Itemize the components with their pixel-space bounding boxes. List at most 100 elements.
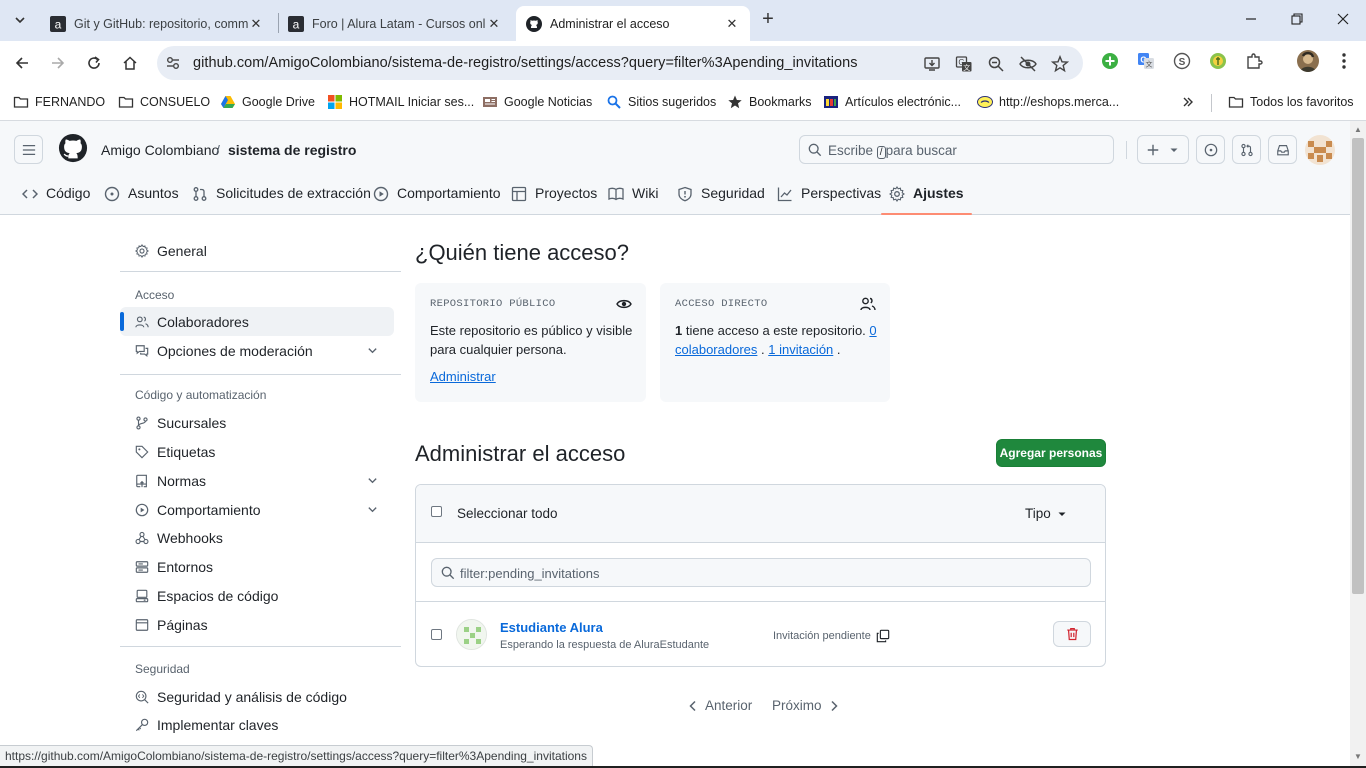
search-input[interactable]: Escribe / para buscar	[799, 135, 1114, 164]
sidebar-item-branches[interactable]: Sucursales	[120, 408, 394, 437]
zoom-button[interactable]	[986, 54, 1006, 74]
sidebar-item-pages[interactable]: Páginas	[120, 610, 394, 639]
menu-button[interactable]	[14, 135, 43, 164]
chevron-left-icon	[689, 700, 696, 711]
user-avatar[interactable]	[1305, 135, 1335, 165]
close-icon[interactable]: ✕	[486, 16, 502, 32]
tab-settings[interactable]: Ajustes	[881, 178, 972, 215]
tab-wiki[interactable]: Wiki	[608, 178, 658, 214]
sidebar-item-rules[interactable]: Normas	[120, 466, 394, 495]
bookmark-link[interactable]: Google Noticias	[482, 93, 592, 111]
back-button[interactable]	[10, 51, 34, 75]
tab-issues[interactable]: Asuntos	[104, 178, 179, 214]
next-page-link[interactable]: Próximo	[772, 698, 839, 713]
manage-visibility-link[interactable]: Administrar	[430, 369, 496, 384]
type-filter-dropdown[interactable]: Tipo	[1025, 506, 1067, 521]
bookmark-link[interactable]: Artículos electrónic...	[823, 93, 961, 111]
sidebar-item-security-analysis[interactable]: Seguridad y análisis de código	[120, 682, 394, 711]
close-window-button[interactable]	[1332, 8, 1354, 30]
invitation-link[interactable]: 1 invitación	[768, 342, 833, 357]
reload-button[interactable]	[82, 51, 106, 75]
tab-search-button[interactable]	[8, 8, 32, 32]
issues-button[interactable]	[1196, 135, 1225, 164]
translate-button[interactable]: G文	[954, 54, 974, 74]
extension-button[interactable]	[1208, 51, 1228, 71]
scroll-thumb[interactable]	[1352, 138, 1364, 594]
tracking-protection-button[interactable]	[1018, 54, 1038, 74]
table-row: Estudiante Alura Esperando la respuesta …	[416, 602, 1105, 666]
play-icon	[373, 186, 389, 202]
access-text: tiene acceso a este repositorio.	[682, 323, 870, 338]
forward-button[interactable]	[46, 51, 70, 75]
tab-pull-requests[interactable]: Solicitudes de extracción	[192, 178, 371, 214]
extension-button[interactable]: S	[1172, 51, 1192, 71]
remove-member-button[interactable]	[1053, 621, 1091, 647]
sidebar-item-actions[interactable]: Comportamiento	[120, 495, 394, 524]
prev-page-link[interactable]: Anterior	[688, 698, 752, 713]
tab-actions[interactable]: Comportamiento	[373, 178, 501, 214]
extension-button[interactable]	[1100, 51, 1120, 71]
member-name-link[interactable]: Estudiante Alura	[500, 620, 603, 635]
more-bookmarks-button[interactable]	[1181, 93, 1195, 111]
close-icon[interactable]: ✕	[724, 16, 740, 32]
browser-menu-button[interactable]	[1334, 51, 1354, 71]
pull-requests-button[interactable]	[1232, 135, 1261, 164]
github-logo-icon[interactable]	[58, 133, 88, 163]
bookmark-folder[interactable]: FERNANDO	[13, 93, 105, 111]
collaborators-count-link[interactable]: 0	[869, 323, 876, 338]
close-icon[interactable]: ✕	[248, 16, 264, 32]
filter-input-box[interactable]	[431, 558, 1091, 587]
scroll-down-arrow[interactable]: ▼	[1353, 752, 1363, 762]
folder-icon	[13, 96, 29, 108]
sidebar-item-general[interactable]: General	[120, 236, 394, 265]
browser-tab-2[interactable]: a Foro | Alura Latam - Cursos onli ✕	[278, 6, 512, 41]
browser-tab-1[interactable]: a Git y GitHub: repositorio, comm ✕	[40, 6, 274, 41]
bookmark-star-button[interactable]	[1050, 54, 1070, 74]
select-all-checkbox[interactable]	[431, 506, 442, 517]
sidebar-item-environments[interactable]: Entornos	[120, 552, 394, 581]
new-tab-button[interactable]: +	[757, 9, 779, 31]
pull-request-icon	[1240, 143, 1253, 156]
bookmark-link[interactable]: http://eshops.merca...	[977, 93, 1119, 111]
browser-tab-3[interactable]: Administrar el acceso ✕	[516, 6, 750, 41]
tab-code[interactable]: Código	[22, 178, 90, 214]
install-icon	[924, 57, 940, 71]
address-bar[interactable]: github.com/AmigoColombiano/sistema-de-re…	[157, 46, 1083, 80]
create-new-button[interactable]	[1137, 135, 1189, 164]
add-people-button[interactable]: Agregar personas	[996, 439, 1106, 467]
sidebar-item-moderation[interactable]: Opciones de moderación	[120, 336, 394, 365]
tab-insights[interactable]: Perspectivas	[777, 178, 881, 214]
sidebar-item-webhooks[interactable]: Webhooks	[120, 523, 394, 552]
sidebar-item-codespaces[interactable]: Espacios de código	[120, 581, 394, 610]
tab-security[interactable]: Seguridad	[677, 178, 765, 214]
member-checkbox[interactable]	[431, 629, 442, 640]
home-button[interactable]	[118, 51, 142, 75]
scroll-up-arrow[interactable]: ▲	[1353, 125, 1363, 135]
filter-input[interactable]	[460, 564, 1060, 582]
sidebar-item-tags[interactable]: Etiquetas	[120, 437, 394, 466]
svg-text:a: a	[293, 17, 300, 31]
install-app-button[interactable]	[922, 54, 942, 74]
sidebar-item-label: Etiquetas	[157, 443, 216, 460]
copy-icon[interactable]	[876, 629, 890, 643]
sidebar-item-collaborators[interactable]: Colaboradores	[120, 307, 394, 336]
all-bookmarks-button[interactable]: Todos los favoritos	[1228, 93, 1354, 111]
owner-link[interactable]: Amigo Colombiano	[101, 142, 219, 158]
bookmark-link[interactable]: HOTMAIL Iniciar ses...	[327, 93, 474, 111]
restore-button[interactable]	[1286, 8, 1308, 30]
bookmark-link[interactable]: Google Drive	[220, 93, 315, 111]
inbox-button[interactable]	[1268, 135, 1297, 164]
bookmark-link[interactable]: Bookmarks	[727, 93, 812, 111]
svg-text:a: a	[55, 17, 62, 31]
tab-projects[interactable]: Proyectos	[511, 178, 597, 214]
profile-avatar[interactable]	[1297, 50, 1319, 72]
bookmark-link[interactable]: Sitios sugeridos	[606, 93, 716, 111]
bookmark-folder[interactable]: CONSUELO	[118, 93, 210, 111]
more-vertical-icon	[1342, 53, 1346, 69]
extension-button[interactable]: G文	[1136, 51, 1156, 71]
extensions-menu-button[interactable]	[1244, 51, 1264, 71]
minimize-button[interactable]	[1240, 8, 1262, 30]
collaborators-link[interactable]: colaboradores	[675, 342, 757, 357]
sidebar-item-deploy-keys[interactable]: Implementar claves	[120, 710, 394, 739]
repo-link[interactable]: sistema de registro	[228, 142, 356, 158]
